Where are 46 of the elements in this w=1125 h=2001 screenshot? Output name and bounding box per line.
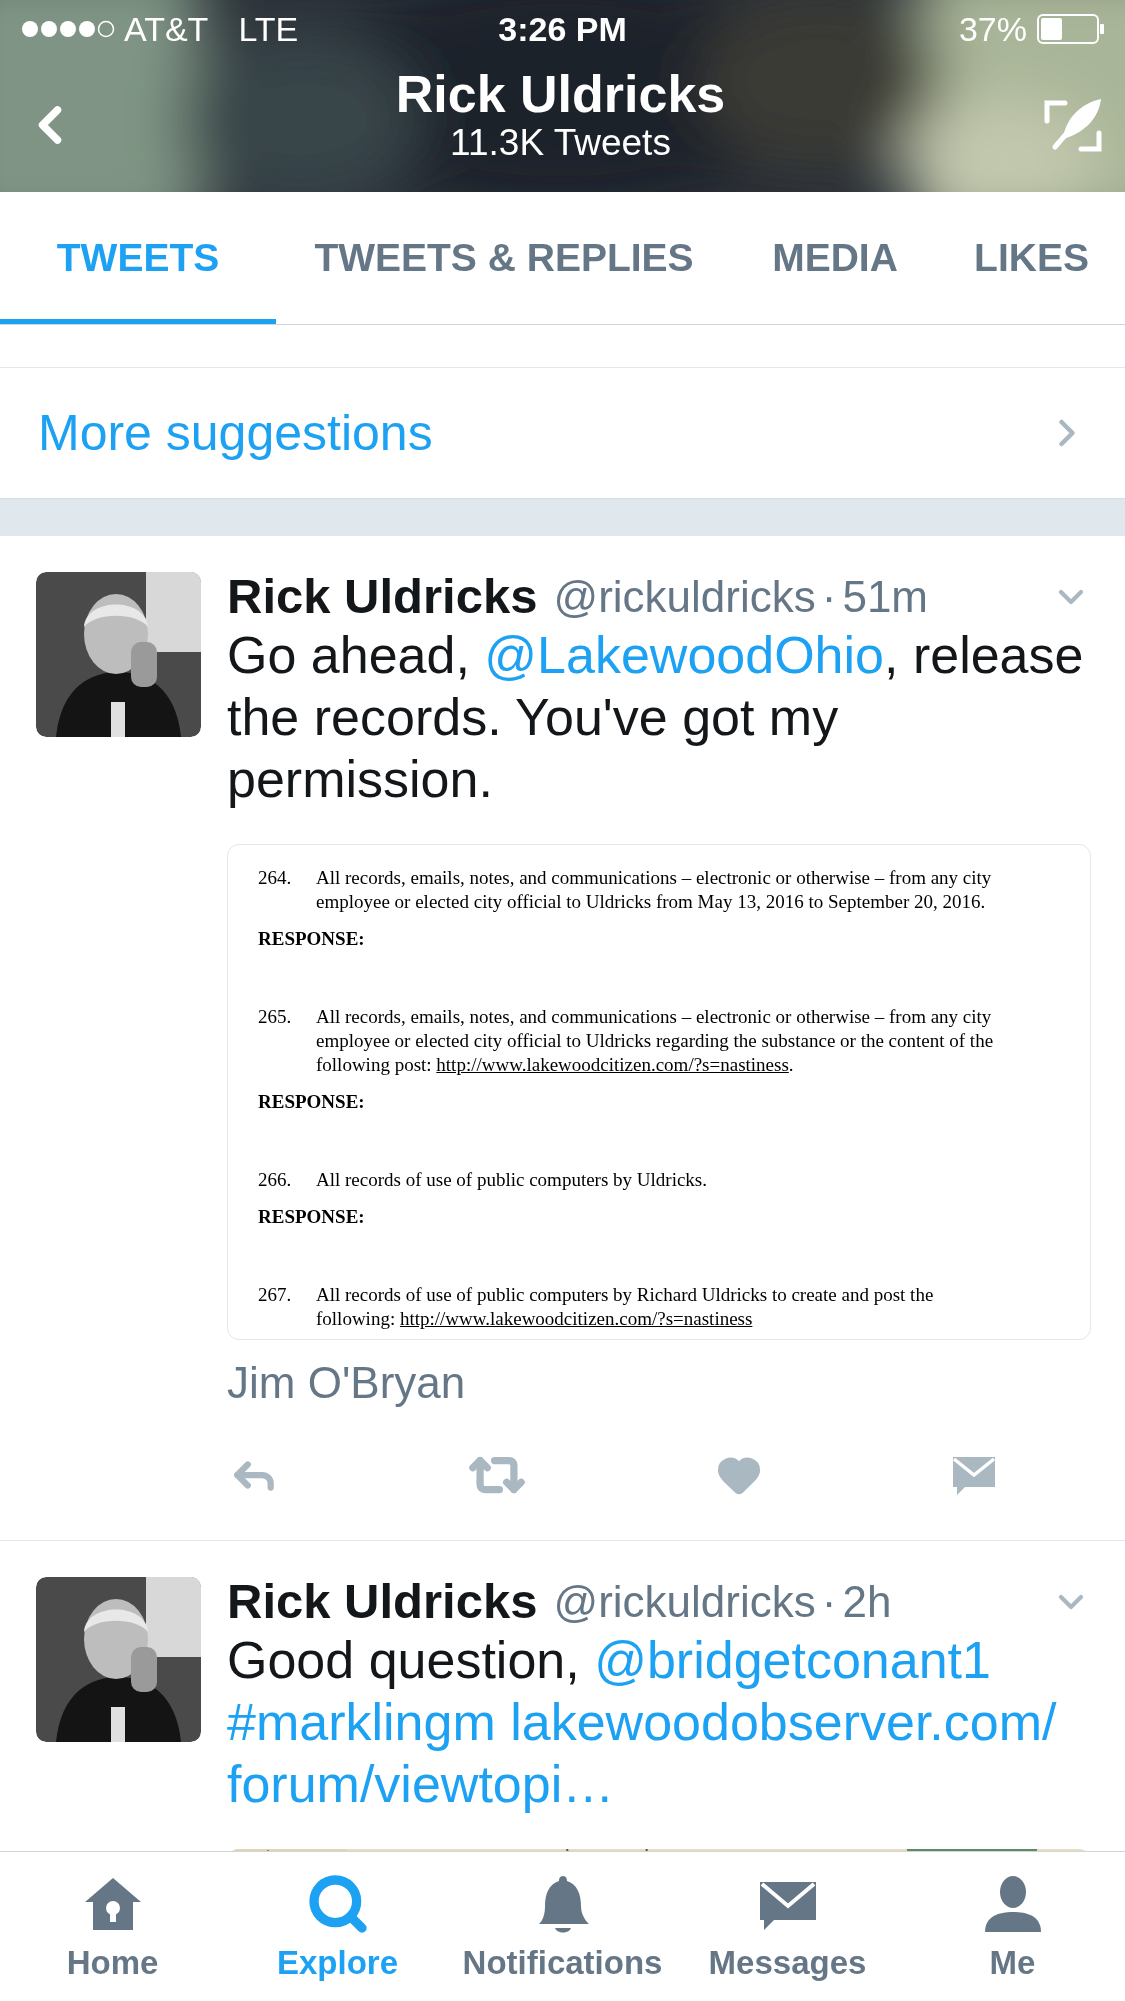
carrier-label: AT&T xyxy=(124,8,209,50)
document-image[interactable] xyxy=(227,844,1091,1340)
network-label: LTE xyxy=(238,8,299,50)
tweet-time: 51m xyxy=(842,571,928,623)
profile-tab[interactable]: MEDIA xyxy=(732,192,938,324)
item-number: 265. xyxy=(258,1005,293,1029)
document-link: http://www.lakewoodcitizen.com/?s=nastiness xyxy=(399,1308,753,1329)
nav-tab[interactable]: Explore xyxy=(225,1852,450,2001)
tweet-time: 2h xyxy=(842,1576,892,1628)
message-icon[interactable] xyxy=(951,1455,997,1495)
nav-tab[interactable]: Home xyxy=(0,1852,225,2001)
author-handle: @rickuldricks xyxy=(553,1576,816,1628)
separator-dot: · xyxy=(821,1576,837,1628)
author-handle: @rickuldricks xyxy=(553,571,816,623)
battery-icon xyxy=(1037,14,1105,44)
tweet-link[interactable]: #marklingm xyxy=(227,1693,496,1751)
avatar[interactable] xyxy=(36,572,201,737)
item-number: 264. xyxy=(258,866,293,890)
profile-tab[interactable]: TWEETS xyxy=(0,192,276,324)
nav-tab[interactable]: Notifications xyxy=(450,1852,675,2001)
separator-dot: · xyxy=(821,571,837,623)
tweet-count: 11.3K Tweets xyxy=(450,123,671,163)
response-label: RESPONSE: xyxy=(258,927,365,951)
clock: 3:26 PM xyxy=(498,8,627,50)
signal-icon xyxy=(20,19,116,39)
document-paragraph: All records of use of public computers by Richard Uldricks to create and post the following: http://www.lakewoodcitizen.com/?s=nastiness xyxy=(316,1283,934,1331)
item-number: 266. xyxy=(258,1168,293,1192)
tweet-link[interactable]: forum/viewtopi… xyxy=(227,1755,615,1813)
item-number: 267. xyxy=(258,1283,293,1307)
tweet-link[interactable]: lakewoodobserver.com/ xyxy=(510,1693,1057,1751)
media-credit[interactable]: Jim O'Bryan xyxy=(227,1350,466,1416)
nav-tab[interactable]: Messages xyxy=(675,1852,900,2001)
response-label: RESPONSE: xyxy=(258,1090,365,1114)
document-paragraph: All records of use of public computers by Uldricks. xyxy=(316,1168,707,1192)
profile-tab[interactable]: TWEETS & REPLIES xyxy=(276,192,732,324)
document-link: http://www.lakewoodcitizen.com/?s=nastiness xyxy=(436,1054,789,1075)
more-suggestions-link[interactable]: More suggestions xyxy=(0,368,1125,498)
document-paragraph: All records, emails, notes, and communications – electronic or otherwise – from any city employee or elected city official to Uldricks regarding the substance or the content of the following post: http://www.lakewoodcitizen.com/?s=nastiness. xyxy=(316,1005,994,1077)
battery-percent: 37% xyxy=(958,8,1027,50)
profile-title: Rick Uldricks xyxy=(395,65,726,123)
document-paragraph: All records, emails, notes, and communications – electronic or otherwise – from any city employee or elected city official to Uldricks from May 13, 2016 to September 20, 2016. xyxy=(316,866,992,914)
nav-tab[interactable]: Me xyxy=(900,1852,1125,2001)
profile-tab[interactable]: LIKES xyxy=(938,192,1125,324)
tweet-link[interactable]: @bridgetconant1 xyxy=(594,1631,991,1689)
avatar[interactable] xyxy=(36,1577,201,1742)
response-label: RESPONSE: xyxy=(258,1205,365,1229)
